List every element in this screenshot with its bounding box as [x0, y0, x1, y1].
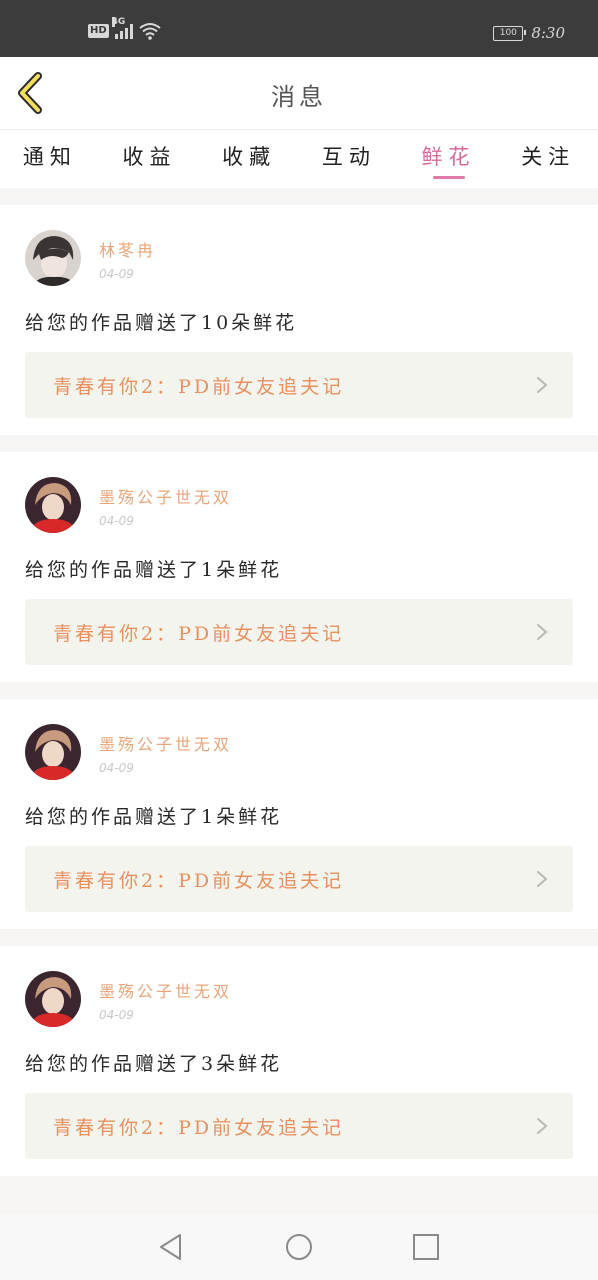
tab-bar: 通知 收益 收藏 互动 鲜花 关注 — [0, 130, 598, 188]
status-left: HD 4G — [88, 17, 161, 40]
message-date: 04-09 — [99, 514, 134, 528]
tab-notice[interactable]: 通知 — [0, 130, 100, 188]
work-link[interactable]: 青春有你2：PD前女友追夫记 — [25, 846, 573, 912]
username[interactable]: 墨殇公子世无双 — [99, 978, 232, 1002]
network-type: 4G — [111, 17, 126, 27]
work-title: 青春有你2：PD前女友追夫记 — [53, 376, 345, 398]
message-date: 04-09 — [99, 267, 134, 281]
header: 消息 — [0, 57, 598, 130]
clock: 8:30 — [531, 24, 565, 42]
username[interactable]: 墨殇公子世无双 — [99, 484, 232, 508]
status-right: 100 8:30 — [493, 24, 565, 42]
message-text: 给您的作品赠送了10朵鲜花 — [25, 312, 298, 334]
work-link[interactable]: 青春有你2：PD前女友追夫记 — [25, 1093, 573, 1159]
chevron-right-icon — [537, 1118, 548, 1134]
nav-back-icon[interactable] — [156, 1232, 186, 1262]
message-text: 给您的作品赠送了1朵鲜花 — [25, 559, 283, 581]
tab-flowers[interactable]: 鲜花 — [399, 130, 499, 188]
tab-favorites[interactable]: 收藏 — [199, 130, 299, 188]
battery-icon: 100 — [493, 25, 527, 41]
status-bar: HD 4G 100 8:30 — [0, 0, 598, 57]
avatar[interactable] — [25, 230, 81, 286]
message-card: 墨殇公子世无双 04-09 给您的作品赠送了1朵鲜花 青春有你2：PD前女友追夫… — [0, 452, 598, 682]
wifi-icon — [139, 23, 161, 40]
work-title: 青春有你2：PD前女友追夫记 — [53, 1117, 345, 1139]
chevron-right-icon — [537, 871, 548, 887]
work-link[interactable]: 青春有你2：PD前女友追夫记 — [25, 352, 573, 418]
work-link[interactable]: 青春有你2：PD前女友追夫记 — [25, 599, 573, 665]
username[interactable]: 墨殇公子世无双 — [99, 731, 232, 755]
tab-follow[interactable]: 关注 — [498, 130, 598, 188]
work-title: 青春有你2：PD前女友追夫记 — [53, 623, 345, 645]
chevron-right-icon — [537, 377, 548, 393]
avatar[interactable] — [25, 477, 81, 533]
page-title: 消息 — [271, 83, 327, 111]
tab-earnings[interactable]: 收益 — [100, 130, 200, 188]
message-text: 给您的作品赠送了3朵鲜花 — [25, 1053, 283, 1075]
tab-interaction[interactable]: 互动 — [299, 130, 399, 188]
message-card: 林苳冉 04-09 给您的作品赠送了10朵鲜花 青春有你2：PD前女友追夫记 — [0, 205, 598, 435]
message-card: 墨殇公子世无双 04-09 给您的作品赠送了1朵鲜花 青春有你2：PD前女友追夫… — [0, 699, 598, 929]
username[interactable]: 林苳冉 — [99, 237, 156, 261]
message-text: 给您的作品赠送了1朵鲜花 — [25, 806, 283, 828]
nav-home-icon[interactable] — [284, 1232, 314, 1262]
cell-signal-icon: 4G — [111, 17, 133, 39]
system-nav-bar — [0, 1214, 598, 1280]
message-date: 04-09 — [99, 1008, 134, 1022]
nav-recent-icon[interactable] — [411, 1232, 441, 1262]
message-date: 04-09 — [99, 761, 134, 775]
avatar[interactable] — [25, 971, 81, 1027]
message-list: 林苳冉 04-09 给您的作品赠送了10朵鲜花 青春有你2：PD前女友追夫记 墨… — [0, 205, 598, 1193]
hd-indicator: HD — [88, 24, 109, 38]
message-card: 墨殇公子世无双 04-09 给您的作品赠送了3朵鲜花 青春有你2：PD前女友追夫… — [0, 946, 598, 1176]
work-title: 青春有你2：PD前女友追夫记 — [53, 870, 345, 892]
chevron-right-icon — [537, 624, 548, 640]
avatar[interactable] — [25, 724, 81, 780]
